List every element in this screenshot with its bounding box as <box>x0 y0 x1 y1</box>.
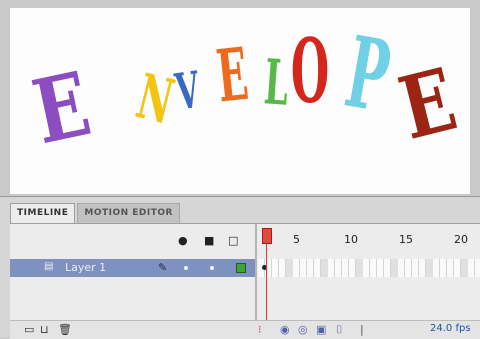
onion-skin-icon[interactable]: ◉ <box>280 323 290 336</box>
timeline-body: ● ■ □ 1 5 10 15 20 ▤ Layer 1 ✎ ▭ <box>10 223 480 339</box>
frame-rate[interactable]: 24.0 fps <box>430 323 471 334</box>
layer-row[interactable]: ▤ Layer 1 ✎ <box>10 259 255 277</box>
layer-name[interactable]: Layer 1 <box>65 261 106 274</box>
stage-letter[interactable]: V <box>171 59 204 121</box>
timeline-footer: ▭ ⊔ 🗑 ⁝ ◉ ◎ ▣ ⌷ | 24.0 fps <box>10 320 480 339</box>
outline-icon[interactable]: □ <box>228 234 238 247</box>
playhead[interactable] <box>262 228 272 244</box>
panel-tabs: TIMELINE MOTION EDITOR <box>10 203 180 224</box>
frame-marker <box>426 259 433 277</box>
frame-marker <box>286 259 293 277</box>
letters-artwork: E NV E L O PE <box>25 14 466 164</box>
stage-area: ENVELOPE <box>0 0 480 196</box>
frame-cells[interactable] <box>258 259 480 277</box>
edit-multiple-icon[interactable]: ▣ <box>316 323 326 336</box>
center-frame-icon[interactable]: ⁝ <box>258 323 262 336</box>
onion-outline-icon[interactable]: ◎ <box>298 323 308 336</box>
stage-letter[interactable]: E <box>213 31 252 119</box>
frame-number: 20 <box>454 233 468 246</box>
visibility-dot[interactable] <box>184 266 188 270</box>
stage-letter[interactable]: O <box>291 21 329 123</box>
frame-number: 10 <box>344 233 358 246</box>
timeline-panel: TIMELINE MOTION EDITOR ● ■ □ 1 5 10 15 2… <box>0 196 480 339</box>
stage-letter[interactable]: E <box>390 50 465 160</box>
pencil-icon: ✎ <box>158 261 168 274</box>
frame-number: 15 <box>399 233 413 246</box>
lock-dot[interactable] <box>210 266 214 270</box>
frame-marker <box>461 259 468 277</box>
frame-marker <box>356 259 363 277</box>
frame-marker <box>321 259 328 277</box>
stage-letter[interactable]: L <box>262 45 291 120</box>
stage-letter[interactable]: P <box>338 14 398 135</box>
stage-letter[interactable]: E <box>25 51 99 164</box>
tab-motion-editor[interactable]: MOTION EDITOR <box>77 203 180 224</box>
new-folder-icon[interactable]: ⊔ <box>40 323 49 336</box>
outline-color-square[interactable] <box>236 263 246 273</box>
tab-timeline[interactable]: TIMELINE <box>10 203 76 224</box>
onion-markers-icon[interactable]: ⌷ <box>336 323 343 337</box>
layer-icon: ▤ <box>44 261 54 272</box>
frame-number: 5 <box>293 233 300 246</box>
delete-icon[interactable]: 🗑 <box>58 323 72 336</box>
lock-icon[interactable]: ■ <box>204 234 214 247</box>
new-layer-icon[interactable]: ▭ <box>24 323 34 336</box>
frame-marker <box>391 259 398 277</box>
separator-icon: | <box>360 323 364 336</box>
eye-icon[interactable]: ● <box>178 234 188 247</box>
stage-canvas[interactable]: ENVELOPE <box>10 8 470 194</box>
